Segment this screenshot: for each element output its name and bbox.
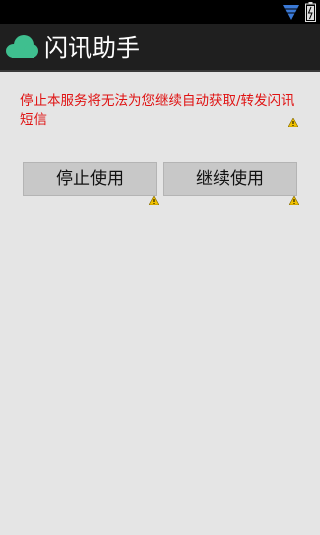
continue-using-button[interactable]: 继续使用 — [163, 162, 297, 196]
warning-icon — [288, 118, 298, 127]
status-bar — [0, 0, 320, 24]
stop-service-warning-message: 停止本服务将无法为您继续自动获取/转发闪讯短信 — [20, 93, 295, 128]
app-title: 闪讯助手 — [44, 34, 140, 62]
warning-icon — [149, 196, 159, 205]
cloud-icon[interactable] — [5, 34, 39, 60]
action-bar: 闪讯助手 — [0, 24, 320, 72]
battery-icon — [305, 2, 316, 22]
warning-icon — [289, 196, 299, 205]
stop-using-button[interactable]: 停止使用 — [23, 162, 157, 196]
wifi-icon — [283, 5, 299, 20]
